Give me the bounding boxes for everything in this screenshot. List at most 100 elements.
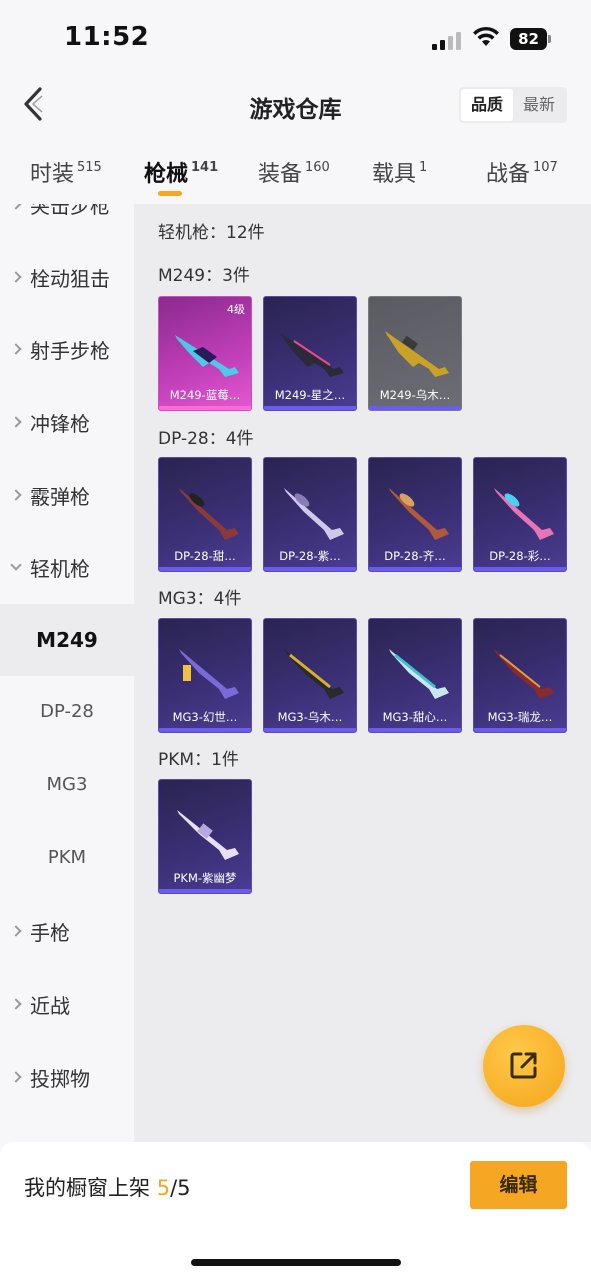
sidebar-sub-mg3[interactable]: MG3 — [0, 749, 134, 821]
tab-firearms[interactable]: 枪械 141 — [144, 156, 218, 188]
weapon-card[interactable]: DP-28-彩… — [473, 457, 567, 572]
tab-equipment[interactable]: 装备 160 — [258, 156, 330, 188]
weapon-name: M249-星之… — [274, 388, 346, 402]
edit-button[interactable]: 编辑 — [470, 1161, 567, 1209]
weapon-name: DP-28-紫… — [279, 549, 341, 563]
lmg-skin-icon — [389, 488, 449, 540]
weapon-name: M249-蓝莓… — [169, 388, 241, 402]
weapon-card[interactable]: MG3-乌木… — [263, 618, 357, 733]
weapon-list: 轻机枪：12件 M249：3件 4级 M249-蓝莓… M249-星之… M24… — [134, 204, 591, 1142]
lmg-skin-icon — [494, 649, 554, 699]
category-count: 轻机枪：12件 — [158, 223, 265, 243]
weapon-name: PKM-紫幽梦 — [173, 871, 237, 885]
rarity-bar — [474, 728, 566, 732]
chevron-right-icon — [10, 998, 22, 1010]
bottom-bar: 我的橱窗上架 5/5 编辑 — [0, 1142, 591, 1280]
chevron-right-icon — [10, 343, 22, 355]
weapon-card[interactable]: DP-28-紫… — [263, 457, 357, 572]
weapon-card[interactable]: M249-星之… — [263, 296, 357, 411]
sidebar-sub-pkm[interactable]: PKM — [0, 822, 134, 894]
lmg-skin-icon — [389, 649, 449, 699]
weapon-card[interactable]: PKM-紫幽梦 — [158, 779, 252, 894]
showcase-current: 5 — [156, 1176, 171, 1200]
status-time: 11:52 — [64, 22, 150, 52]
weapon-card[interactable]: DP-28-甜… — [158, 457, 252, 572]
rarity-bar — [159, 728, 251, 732]
chevron-right-icon — [10, 204, 22, 210]
showcase-status: 我的橱窗上架 5/5 — [24, 1176, 191, 1200]
group-title-m249: M249：3件 — [158, 266, 250, 286]
lmg-skin-icon — [494, 488, 554, 540]
sidebar-sub-dp28[interactable]: DP-28 — [0, 676, 134, 748]
chevron-right-icon — [10, 271, 22, 283]
rarity-bar — [264, 406, 356, 410]
rarity-bar — [264, 728, 356, 732]
sort-quality-button[interactable]: 品质 — [461, 89, 513, 121]
weapon-card[interactable]: M249-乌木… — [368, 296, 462, 411]
battery-icon: 82 — [510, 28, 552, 50]
weapon-name: MG3-瑞龙… — [487, 710, 553, 724]
rarity-bar — [159, 406, 251, 410]
rarity-bar — [474, 567, 566, 571]
share-button[interactable] — [483, 1025, 565, 1107]
status-bar: 11:52 82 — [0, 0, 591, 72]
rarity-bar — [159, 889, 251, 893]
sidebar-item-bolt-sniper[interactable]: 栓动狙击 — [0, 241, 134, 313]
rarity-bar — [369, 728, 461, 732]
lmg-skin-icon — [280, 333, 344, 377]
weapon-card[interactable]: 4级 M249-蓝莓… — [158, 296, 252, 411]
category-tabs: 时装 515 枪械 141 装备 160 载具 1 战备 107 — [0, 148, 591, 204]
wifi-icon — [473, 26, 499, 46]
rarity-bar — [264, 567, 356, 571]
sidebar-sub-m249[interactable]: M249 — [0, 604, 134, 676]
signal-icon — [432, 30, 464, 50]
tab-supplies[interactable]: 战备 107 — [486, 156, 558, 188]
group-title-dp28: DP-28：4件 — [158, 429, 254, 449]
weapon-card[interactable]: MG3-瑞龙… — [473, 618, 567, 733]
lmg-skin-icon — [179, 649, 239, 699]
active-tab-indicator — [158, 191, 182, 196]
sidebar-item-throwables[interactable]: 投掷物 — [0, 1041, 134, 1113]
weapon-name: DP-28-甜… — [174, 549, 236, 563]
rarity-bar — [159, 567, 251, 571]
sort-newest-button[interactable]: 最新 — [513, 89, 565, 121]
tab-vehicles[interactable]: 载具 1 — [372, 156, 427, 188]
sidebar-item-shotgun[interactable]: 霰弹枪 — [0, 459, 134, 531]
sidebar-item-lmg[interactable]: 轻机枪 — [0, 531, 134, 603]
group-title-mg3: MG3：4件 — [158, 589, 242, 609]
tab-fashion[interactable]: 时装 515 — [30, 156, 102, 188]
rarity-bar — [369, 406, 461, 410]
sidebar-item-pistol[interactable]: 手枪 — [0, 895, 134, 967]
sidebar-item-marksman-rifle[interactable]: 射手步枪 — [0, 313, 134, 385]
nav-bar: 游戏仓库 品质 最新 — [0, 72, 591, 138]
chevron-right-icon — [10, 925, 22, 937]
weapon-name: MG3-乌木… — [277, 710, 343, 724]
level-badge: 4级 — [227, 303, 245, 316]
group-title-pkm: PKM：1件 — [158, 750, 239, 770]
sidebar-item-smg[interactable]: 冲锋枪 — [0, 386, 134, 458]
weapon-card[interactable]: MG3-幻世… — [158, 618, 252, 733]
weapon-name: DP-28-彩… — [489, 549, 551, 563]
home-indicator — [191, 1259, 401, 1266]
chevron-right-icon — [10, 489, 22, 501]
lmg-skin-icon — [284, 649, 344, 699]
sidebar-item-assault-rifle[interactable]: 突击步枪 — [0, 204, 134, 240]
chevron-right-icon — [10, 1071, 22, 1083]
weapon-card[interactable]: MG3-甜心… — [368, 618, 462, 733]
sidebar-item-melee[interactable]: 近战 — [0, 968, 134, 1040]
weapon-name: M249-乌木… — [379, 388, 451, 402]
weapon-name: MG3-甜心… — [382, 710, 448, 724]
battery-level: 82 — [510, 28, 547, 50]
rarity-bar — [369, 567, 461, 571]
weapon-name: DP-28-齐… — [384, 549, 446, 563]
showcase-total: /5 — [170, 1176, 191, 1200]
weapon-card[interactable]: DP-28-齐… — [368, 457, 462, 572]
chevron-right-icon — [10, 416, 22, 428]
lmg-skin-icon — [175, 335, 239, 377]
share-icon — [510, 1052, 537, 1079]
lmg-skin-icon — [177, 810, 239, 860]
sort-toggle: 品质 最新 — [459, 87, 567, 123]
lmg-skin-icon — [284, 488, 344, 540]
lmg-skin-icon — [385, 331, 449, 377]
weapon-name: MG3-幻世… — [172, 710, 238, 724]
